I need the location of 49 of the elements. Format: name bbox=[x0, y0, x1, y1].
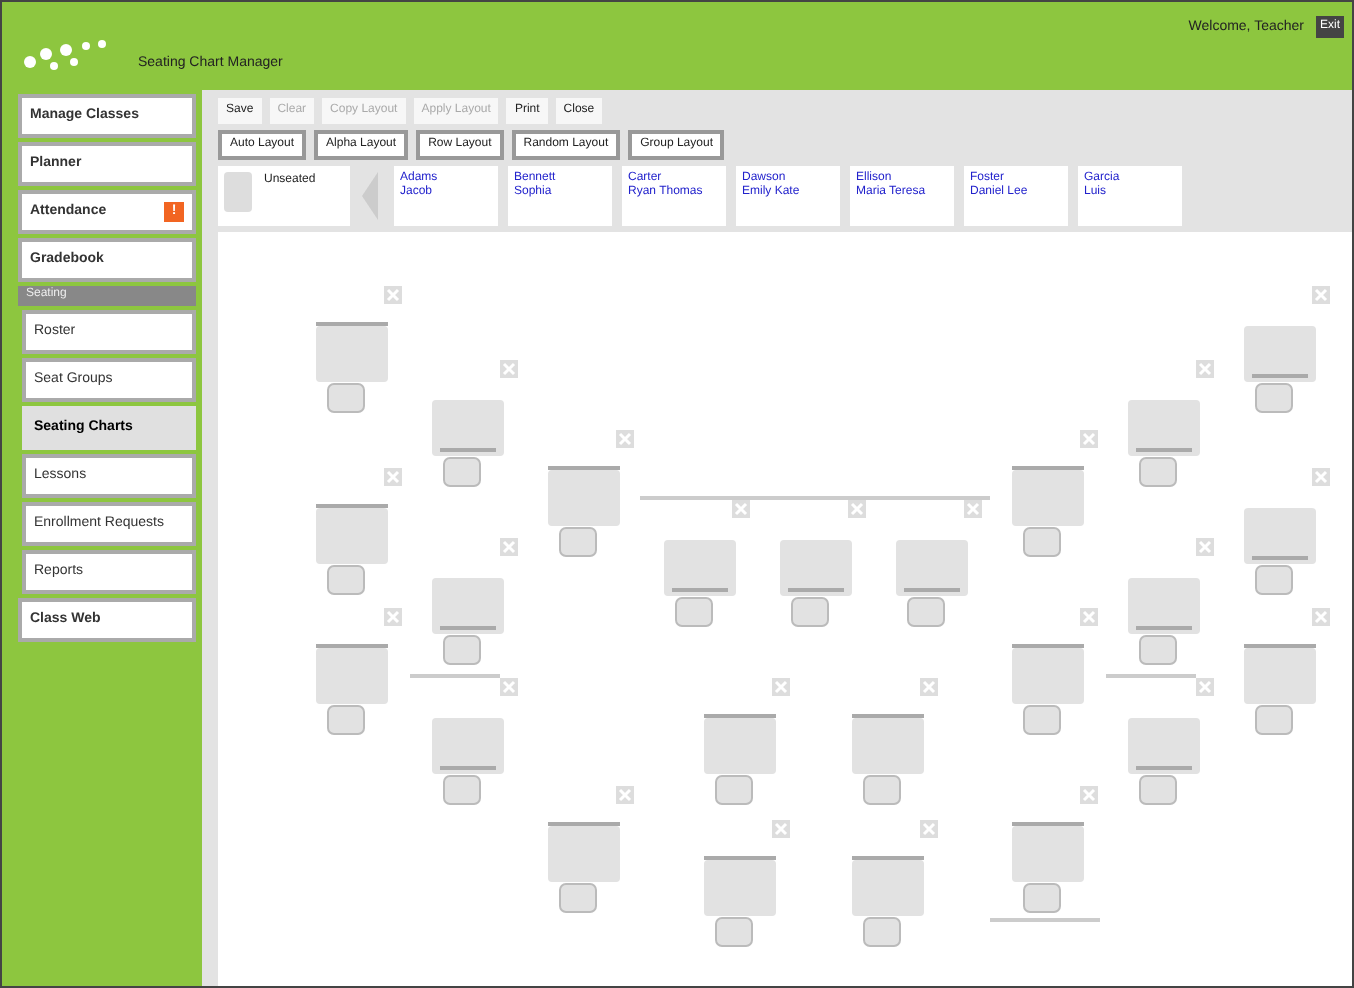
student-desk-icon[interactable] bbox=[432, 396, 504, 492]
student-desk-icon[interactable] bbox=[316, 322, 388, 418]
student-desk-icon[interactable] bbox=[1012, 644, 1084, 740]
close-icon[interactable] bbox=[384, 286, 402, 304]
close-icon[interactable] bbox=[772, 678, 790, 696]
student-desk-icon[interactable] bbox=[664, 536, 736, 632]
close-icon[interactable] bbox=[1196, 360, 1214, 378]
close-icon[interactable] bbox=[1196, 678, 1214, 696]
close-icon[interactable] bbox=[920, 678, 938, 696]
student-desk-icon[interactable] bbox=[852, 714, 924, 810]
close-icon[interactable] bbox=[1080, 430, 1098, 448]
student-desk-icon[interactable] bbox=[1128, 714, 1200, 810]
student-desk-icon[interactable] bbox=[316, 504, 388, 600]
close-icon[interactable] bbox=[1312, 608, 1330, 626]
close-icon[interactable] bbox=[1312, 286, 1330, 304]
close-icon[interactable] bbox=[920, 820, 938, 838]
student-desk-icon[interactable] bbox=[1012, 822, 1084, 918]
close-icon[interactable] bbox=[1312, 468, 1330, 486]
student-desk-icon[interactable] bbox=[1128, 574, 1200, 670]
student-desk-icon[interactable] bbox=[316, 644, 388, 740]
student-desk-icon[interactable] bbox=[1244, 504, 1316, 600]
student-desk-icon[interactable] bbox=[896, 536, 968, 632]
student-desk-icon[interactable] bbox=[1128, 396, 1200, 492]
close-icon[interactable] bbox=[500, 360, 518, 378]
close-icon[interactable] bbox=[732, 500, 750, 518]
close-icon[interactable] bbox=[616, 430, 634, 448]
close-icon[interactable] bbox=[616, 786, 634, 804]
student-desk-icon[interactable] bbox=[432, 574, 504, 670]
student-desk-icon[interactable] bbox=[432, 714, 504, 810]
student-desk-icon[interactable] bbox=[704, 714, 776, 810]
close-icon[interactable] bbox=[1196, 538, 1214, 556]
close-icon[interactable] bbox=[1080, 608, 1098, 626]
close-icon[interactable] bbox=[384, 608, 402, 626]
student-desk-icon[interactable] bbox=[780, 536, 852, 632]
student-desk-icon[interactable] bbox=[548, 466, 620, 562]
close-icon[interactable] bbox=[772, 820, 790, 838]
close-icon[interactable] bbox=[1080, 786, 1098, 804]
student-desk-icon[interactable] bbox=[1012, 466, 1084, 562]
student-desk-icon[interactable] bbox=[1244, 644, 1316, 740]
close-icon[interactable] bbox=[964, 500, 982, 518]
close-icon[interactable] bbox=[500, 678, 518, 696]
student-desk-icon[interactable] bbox=[704, 856, 776, 952]
student-desk-icon[interactable] bbox=[548, 822, 620, 918]
close-icon[interactable] bbox=[384, 468, 402, 486]
document-icon bbox=[224, 172, 252, 212]
close-icon[interactable] bbox=[500, 538, 518, 556]
student-desk-icon[interactable] bbox=[1244, 322, 1316, 418]
close-icon[interactable] bbox=[848, 500, 866, 518]
student-desk-icon[interactable] bbox=[852, 856, 924, 952]
